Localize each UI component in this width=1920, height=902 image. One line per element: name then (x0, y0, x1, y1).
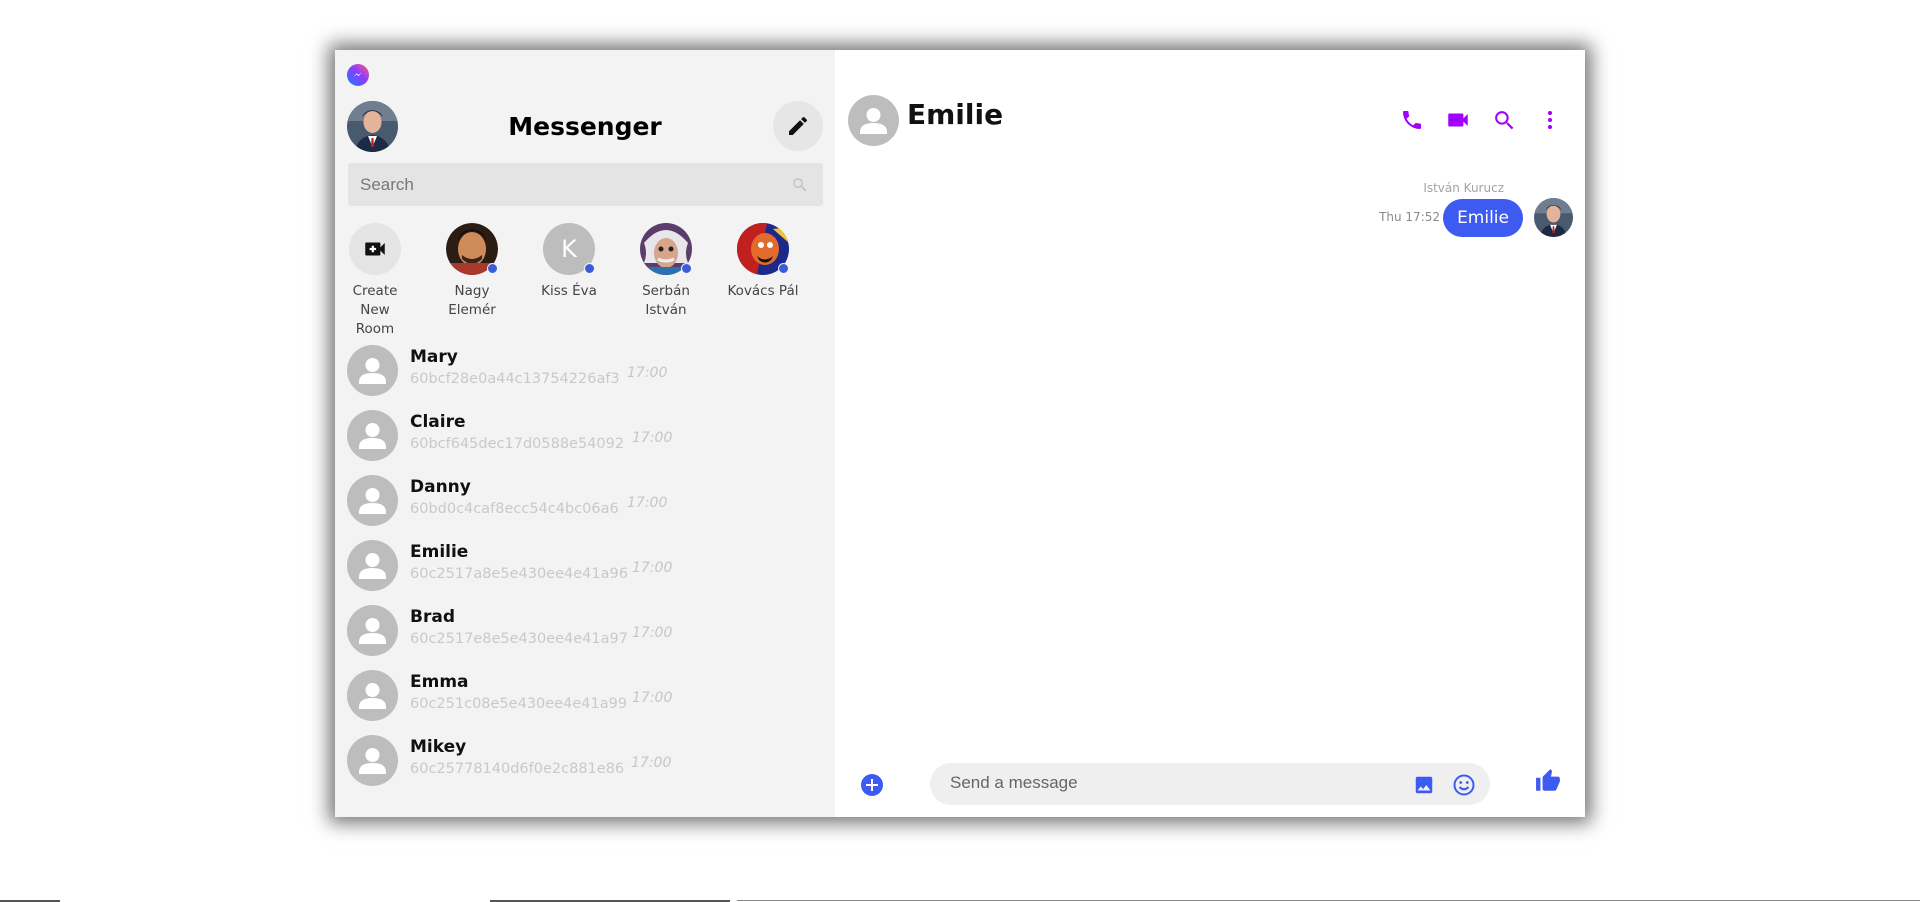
online-indicator (584, 263, 595, 274)
sidebar: Messenger Create New Room (335, 50, 835, 817)
story-avatar (737, 223, 789, 275)
chat-header-actions (1397, 105, 1565, 135)
story-label: Nagy Elemér (448, 283, 496, 318)
story-nagy-elemer[interactable]: Nagy Elemér (422, 223, 522, 320)
sender-avatar (1534, 198, 1573, 237)
conversation-name: Brad (410, 607, 455, 627)
create-room-button[interactable]: Create New Room (325, 223, 425, 339)
app-title: Messenger (508, 112, 662, 141)
default-avatar-icon (347, 475, 398, 526)
conversation-row[interactable]: Danny 60bd0c4caf8ecc54c4bc06a6 17:00 (335, 475, 835, 540)
chat-panel: Emilie István Kurucz Thu 17:52 Emilie (835, 50, 1585, 817)
avatar-initial: K (561, 235, 577, 263)
online-indicator (487, 263, 498, 274)
story-serban-istvan[interactable]: Serbán István (616, 223, 716, 320)
conversation-time: 17:00 (632, 625, 673, 641)
message-input[interactable] (950, 773, 1390, 793)
emoji-button[interactable] (1452, 773, 1476, 802)
conversation-time: 17:00 (627, 365, 668, 381)
messenger-logo-icon (347, 64, 369, 86)
thumbs-up-icon (1536, 769, 1560, 791)
conversation-row[interactable]: Emilie 60c2517a8e5e430ee4e41a96 17:00 (335, 540, 835, 605)
conversation-preview: 60bcf28e0a44c13754226af3 (410, 371, 620, 387)
online-indicator (681, 263, 692, 274)
default-avatar-icon (347, 345, 398, 396)
story-label: Kiss Éva (541, 283, 597, 299)
conversation-name: Danny (410, 477, 471, 497)
conversation-row[interactable]: Brad 60c2517e8e5e430ee4e41a97 17:00 (335, 605, 835, 670)
story-avatar: K (543, 223, 595, 275)
conversation-time: 17:00 (631, 755, 672, 771)
story-kiss-eva[interactable]: K Kiss Éva (519, 223, 619, 301)
conversation-row[interactable]: Mikey 60c25778140d6f0e2c881e86 17:00 (335, 735, 835, 800)
message-time: Thu 17:52 (1379, 210, 1440, 224)
conversation-row[interactable]: Emma 60c251c08e5e430ee4e41a99 17:00 (335, 670, 835, 735)
search-input[interactable] (348, 174, 768, 195)
phone-icon (1403, 111, 1421, 129)
video-call-button[interactable] (1443, 105, 1473, 135)
search-icon (1494, 110, 1513, 129)
image-button[interactable] (1413, 774, 1435, 801)
messenger-app: Messenger Create New Room (335, 50, 1585, 817)
default-avatar-icon (347, 605, 398, 656)
story-label: Create New Room (352, 283, 398, 337)
add-attachment-button[interactable] (861, 774, 883, 796)
default-avatar-icon (347, 735, 398, 786)
conversation-name: Emilie (410, 542, 469, 562)
contact-avatar[interactable] (848, 95, 899, 146)
more-vertical-icon (1548, 111, 1552, 129)
message-composer (930, 763, 1490, 805)
more-options-button[interactable] (1535, 105, 1565, 135)
conversation-preview: 60bcf645dec17d0588e54092 (410, 436, 625, 452)
compose-button[interactable] (773, 101, 823, 151)
video-plus-icon (365, 242, 385, 256)
stories-row: Create New Room Nagy Elemér K Kiss Éva S… (335, 223, 835, 337)
conversation-preview: 60c25778140d6f0e2c881e86 (410, 761, 625, 777)
conversation-row[interactable]: Mary 60bcf28e0a44c13754226af3 17:00 (335, 345, 835, 410)
call-button[interactable] (1397, 105, 1427, 135)
emoji-icon (1453, 774, 1475, 796)
story-avatar (446, 223, 498, 275)
message-bubble[interactable]: Emilie (1443, 199, 1523, 237)
plus-circle-icon (866, 779, 878, 791)
search-bar (348, 163, 823, 206)
conversation-preview: 60bd0c4caf8ecc54c4bc06a6 (410, 501, 619, 517)
conversation-name: Claire (410, 412, 466, 432)
story-label: Serbán István (642, 283, 690, 318)
conversation-preview: 60c2517a8e5e430ee4e41a96 (410, 566, 628, 582)
default-avatar-icon (347, 540, 398, 591)
image-icon (1415, 776, 1433, 794)
conversation-preview: 60c251c08e5e430ee4e41a99 (410, 696, 628, 712)
like-button[interactable] (1535, 768, 1561, 799)
conversation-time: 17:00 (627, 495, 668, 511)
page-divider (737, 900, 1920, 901)
conversation-time: 17:00 (632, 430, 673, 446)
message-sender: István Kurucz (1423, 181, 1504, 195)
search-icon (793, 178, 807, 192)
pencil-icon (789, 116, 808, 135)
story-label: Kovács Pál (727, 283, 799, 299)
story-kovacs-pal[interactable]: Kovács Pál (713, 223, 813, 301)
conversation-time: 17:00 (632, 690, 673, 706)
contact-name: Emilie (907, 98, 1004, 131)
default-avatar-icon (347, 410, 398, 461)
chat-search-button[interactable] (1489, 105, 1519, 135)
conversation-preview: 60c2517e8e5e430ee4e41a97 (410, 631, 628, 647)
conversation-name: Emma (410, 672, 469, 692)
online-indicator (778, 263, 789, 274)
create-room-circle (349, 223, 401, 275)
video-camera-icon (1448, 113, 1468, 127)
conversation-list: Mary 60bcf28e0a44c13754226af3 17:00 Clai… (335, 345, 835, 800)
story-avatar (640, 223, 692, 275)
conversation-row[interactable]: Claire 60bcf645dec17d0588e54092 17:00 (335, 410, 835, 475)
default-avatar-icon (347, 670, 398, 721)
conversation-time: 17:00 (632, 560, 673, 576)
conversation-name: Mikey (410, 737, 467, 757)
conversation-name: Mary (410, 347, 458, 367)
